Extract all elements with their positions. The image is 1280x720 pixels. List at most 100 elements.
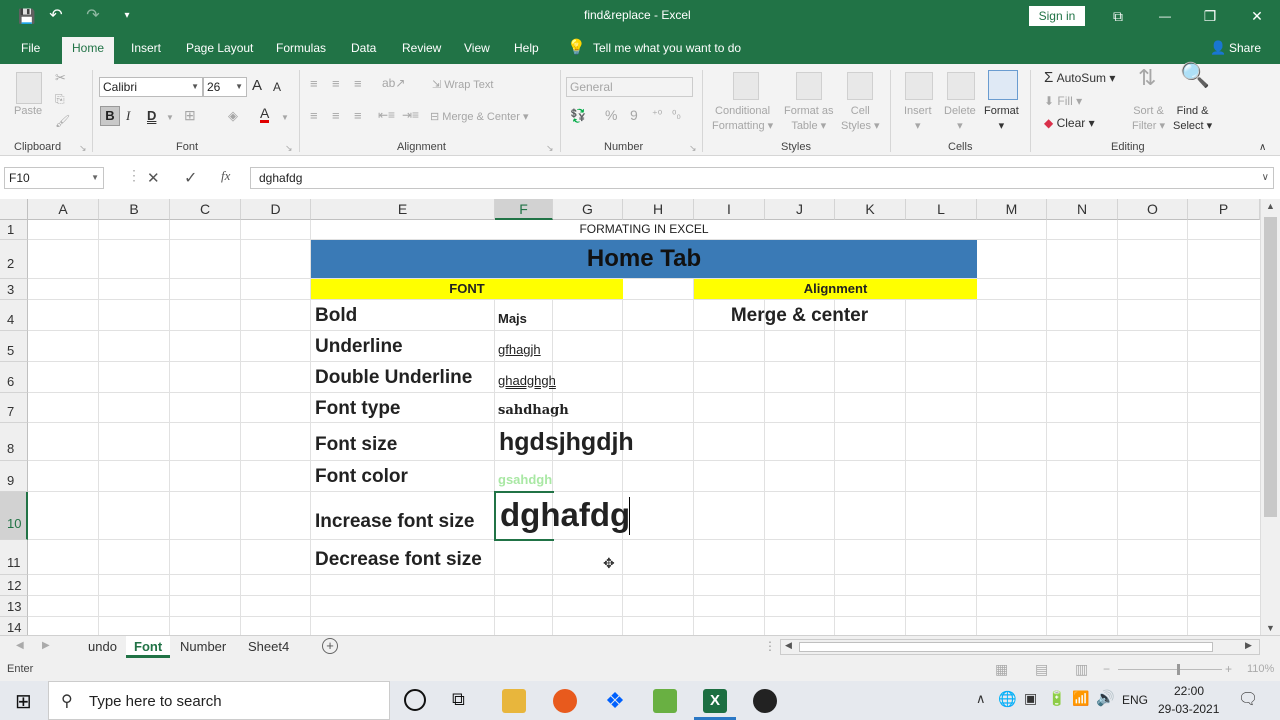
firefox-icon[interactable] [553,689,577,713]
maximize-icon[interactable]: ❐ [1201,7,1219,25]
cell-styles-button[interactable]: Cell Styles ▾ [841,104,880,134]
cell-styles-icon[interactable] [847,72,873,100]
cell-i3-alignment-header[interactable]: Alignment [694,279,977,299]
scroll-up-icon[interactable]: ▲ [1266,201,1275,211]
cancel-icon[interactable]: ✕ [147,169,160,187]
cell-e3-font-header[interactable]: FONT [311,279,623,299]
clear-button[interactable]: ◆ Clear ▾ [1044,116,1095,131]
column-header-g[interactable]: G [553,199,623,220]
cell-e11[interactable]: Decrease font size [315,549,482,571]
close-icon[interactable]: ✕ [1248,7,1266,25]
fill-button[interactable]: ⬇ Fill ▾ [1044,94,1082,109]
save-icon[interactable]: 💾 [18,7,36,25]
cortana-icon[interactable] [404,689,426,711]
alignment-launcher-icon[interactable]: ↘ [546,141,554,156]
cell-e7[interactable]: Font type [315,398,401,420]
sheet-tab-font[interactable]: Font [126,636,171,658]
tab-formulas[interactable]: Formulas [276,41,326,55]
format-cells-icon[interactable] [988,70,1018,100]
more-sheets-icon[interactable]: ⋮ [764,639,776,653]
column-header-p[interactable]: P [1188,199,1260,220]
column-header-m[interactable]: M [977,199,1047,220]
copy-icon[interactable]: ⎘ [55,92,65,107]
language-indicator[interactable]: ENG [1122,693,1148,707]
undo-icon[interactable]: ↶ [47,7,65,25]
row-header-4[interactable]: 4 [0,300,28,331]
task-view-icon[interactable]: ⧉ [452,689,465,710]
row-header-12[interactable]: 12 [0,575,28,596]
vertical-scrollbar[interactable]: ▲ ▼ [1260,199,1280,635]
format-cells-button[interactable]: Format ▾ [984,104,1019,134]
zoom-slider[interactable] [1118,669,1222,670]
column-header-j[interactable]: J [765,199,835,220]
orientation-icon[interactable]: ab↗ [382,76,405,91]
worksheet-grid[interactable]: A B C D E F G H I J K L M N O P 1 2 3 4 … [0,199,1260,635]
name-box[interactable]: F10 ▼ [4,167,104,189]
accounting-format-icon[interactable]: 💱 [570,108,586,123]
minimize-icon[interactable]: — [1156,7,1174,25]
row-header-5[interactable]: 5 [0,331,28,362]
scroll-right-tabs-icon[interactable]: ▶ [42,640,50,651]
cut-icon[interactable]: ✂ [55,70,66,85]
autosum-button[interactable]: Σ AutoSum ▾ [1044,70,1115,86]
bold-button[interactable]: B [100,106,120,126]
row-header-8[interactable]: 8 [0,423,28,461]
underline-button[interactable]: D [147,108,156,123]
zoom-slider-handle[interactable] [1177,664,1180,675]
sheet-tab-sheet4[interactable]: Sheet4 [240,636,297,658]
font-size-dropdown[interactable]: 26 ▼ [203,77,247,97]
delete-cells-icon[interactable] [947,72,975,100]
delete-cells-button[interactable]: Delete ▾ [944,104,976,134]
scroll-down-icon[interactable]: ▼ [1266,623,1275,633]
tab-data[interactable]: Data [351,41,376,55]
font-launcher-icon[interactable]: ↘ [285,141,293,156]
increase-font-size-icon[interactable]: A [252,78,262,93]
notifications-icon[interactable]: 🗨 [1238,689,1258,709]
column-header-n[interactable]: N [1047,199,1118,220]
page-layout-view-icon[interactable]: ▤ [1035,661,1048,678]
column-header-f[interactable]: F [495,199,553,220]
row-header-1[interactable]: 1 [0,220,28,240]
increase-decimal-icon[interactable]: ⁺⁰ [652,108,662,123]
comma-style-icon[interactable]: 9 [630,108,638,123]
zoom-out-icon[interactable]: − [1103,662,1110,676]
wrap-text-button[interactable]: ⇲ Wrap Text [432,78,493,93]
find-select-icon[interactable]: 🔍 [1180,64,1210,88]
share-button[interactable]: Share [1229,41,1261,55]
ribbon-display-options-icon[interactable]: ⧉ [1109,7,1127,25]
tab-home[interactable]: Home [62,37,115,64]
sheet-tab-number[interactable]: Number [172,636,234,658]
cell-e5[interactable]: Underline [315,336,403,358]
increase-indent-icon[interactable]: ⇥≡ [402,108,419,123]
borders-icon[interactable]: ⊞ [184,108,196,123]
column-header-d[interactable]: D [241,199,311,220]
chevron-down-icon[interactable]: ▼ [166,110,174,125]
cell-f8[interactable]: hgdsjhgdjh [499,428,634,457]
scrollbar-thumb[interactable] [1264,217,1277,517]
collapse-ribbon-icon[interactable]: ∧ [1259,140,1266,155]
volume-icon[interactable]: 🔊 [1096,689,1115,707]
cell-i4-merged[interactable]: Merge & center [694,305,905,327]
cell-f7[interactable]: sahdhagh [498,403,569,418]
scroll-left-icon[interactable]: ◀ [785,640,792,651]
font-color-button[interactable]: A [260,106,270,123]
scroll-right-icon[interactable]: ▶ [1245,640,1252,651]
column-header-e[interactable]: E [311,199,495,220]
paste-icon[interactable] [16,72,42,104]
windows-start-icon[interactable]: ⊞ [15,689,32,714]
dropbox-icon[interactable]: ❖ [603,689,627,713]
select-all-button[interactable] [0,199,28,220]
tab-review[interactable]: Review [402,41,441,55]
network-globe-icon[interactable]: 🌐 [998,690,1017,708]
paint-icon[interactable] [653,689,677,713]
fill-color-icon[interactable]: ◈ [228,108,238,123]
column-header-l[interactable]: L [906,199,977,220]
align-left-icon[interactable]: ≡ [310,108,318,123]
column-header-c[interactable]: C [170,199,241,220]
cell-f4[interactable]: Majs [498,311,527,326]
row-header-6[interactable]: 6 [0,362,28,393]
tell-me-search[interactable]: Tell me what you want to do [593,41,741,55]
battery-icon[interactable]: 🔋 [1048,690,1065,707]
tab-help[interactable]: Help [514,41,539,55]
paste-button[interactable]: Paste [14,104,42,119]
